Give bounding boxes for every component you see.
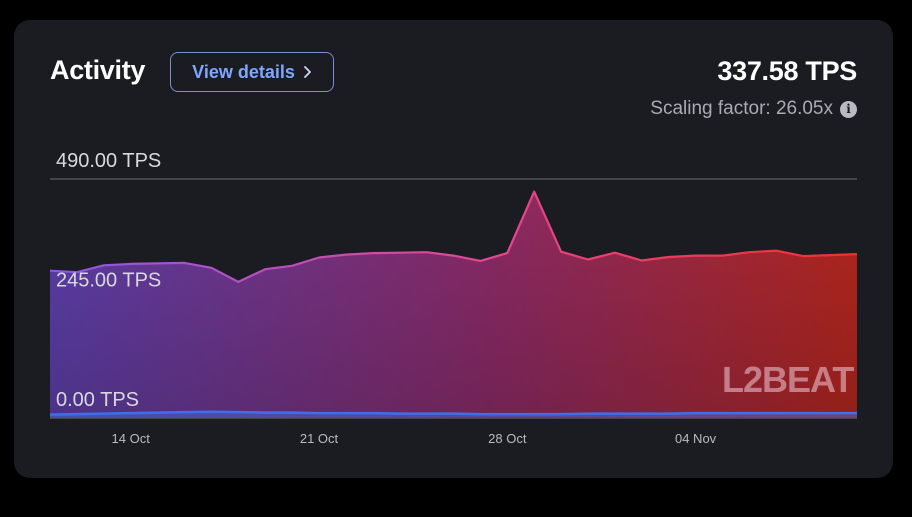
y-tick-label: 245.00 TPS xyxy=(56,270,161,292)
activity-chart: 490.00 TPS 245.00 TPS 0.00 TPS 14 Oct 21 Oc… xyxy=(49,150,858,446)
x-tick-label: 21 Oct xyxy=(300,431,339,446)
y-tick-label: 0.00 TPS xyxy=(56,389,139,411)
y-tick-label: 490.00 TPS xyxy=(56,150,161,172)
x-tick-label: 28 Oct xyxy=(488,431,527,446)
l2beat-watermark: L2BEAT xyxy=(722,359,855,400)
x-tick-label: 14 Oct xyxy=(112,431,151,446)
watermark-text: L2BEAT xyxy=(722,359,854,400)
x-tick-label: 04 Nov xyxy=(675,431,717,446)
